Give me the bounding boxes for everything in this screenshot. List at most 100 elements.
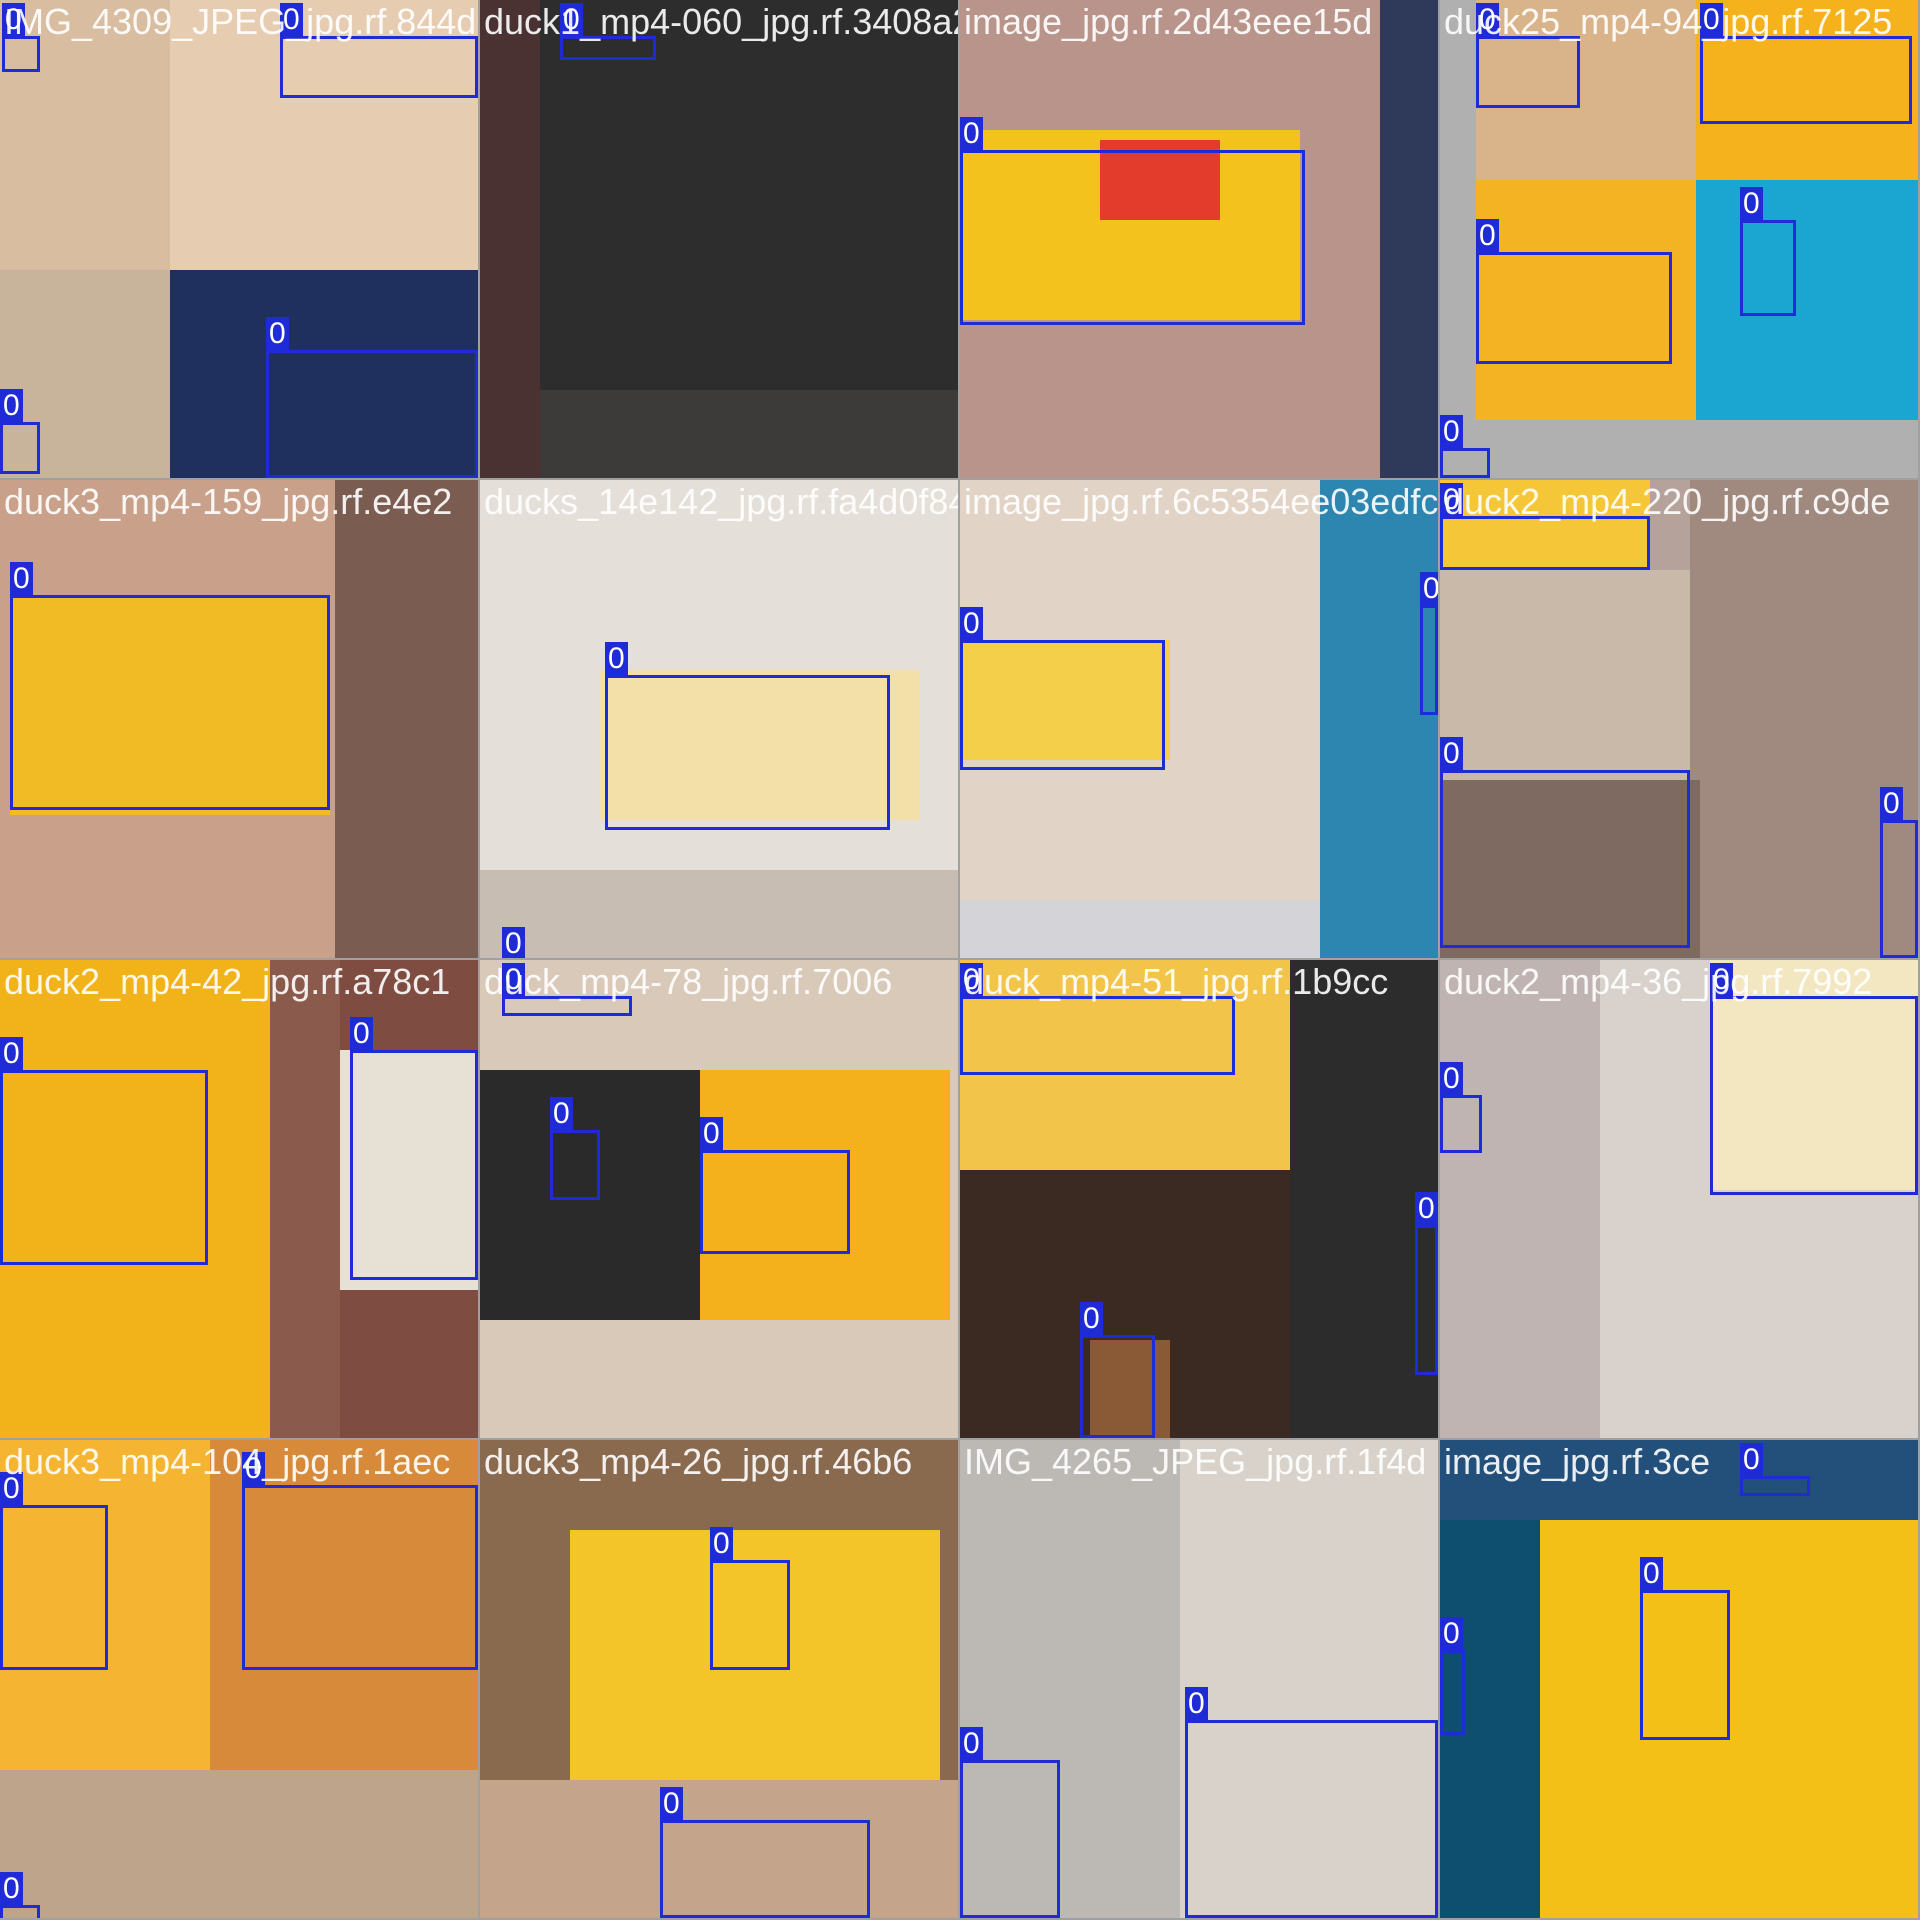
detection-box: 0 — [1185, 1687, 1438, 1918]
mosaic-tile: 0 0 0 0 0 duck25_mp4-94_jpg.rf.7125 — [1440, 0, 1918, 478]
mosaic-tile: 0000IMG_4309_JPEG_jpg.rf.844d97ka0c0b4dc… — [0, 0, 478, 478]
detection-box: 0 — [1080, 1302, 1155, 1438]
class-label-tag: 0 — [710, 1527, 733, 1561]
mosaic-tile: 0duck1_mp4-060_jpg.rf.3408a2ad7a0bae62d4… — [480, 0, 958, 478]
class-label-tag: 0 — [1710, 963, 1733, 997]
mosaic-tile: 0 0 ducks_14e142_jpg.rf.fa4d0f84a — [480, 480, 958, 958]
class-label-tag: 0 — [1476, 3, 1499, 37]
detection-box: 0 — [960, 117, 1305, 325]
detection-box: 0 — [1700, 3, 1912, 124]
class-label-tag: 0 — [1740, 1443, 1763, 1477]
detection-box: 0 — [0, 1037, 208, 1265]
mosaic-tile: 0 image_jpg.rf.2d43eee15d — [960, 0, 1438, 478]
mosaic-tile: 0 0 duck2_mp4-42_jpg.rf.a78c1 — [0, 960, 478, 1438]
detection-box: 0 — [1415, 1192, 1438, 1375]
detection-box: 0 — [1420, 572, 1438, 715]
class-label-tag: 0 — [1080, 1302, 1103, 1336]
class-label-tag: 0 — [1185, 1687, 1208, 1721]
class-label-tag: 0 — [280, 3, 303, 37]
class-label-tag: 0 — [1700, 3, 1723, 37]
class-label-tag: 0 — [1880, 787, 1903, 821]
detection-box: 0 — [1710, 963, 1918, 1195]
mosaic-tile: 0 0 0 duck2_mp4-220_jpg.rf.c9de — [1440, 480, 1918, 958]
detection-box: 0 — [550, 1097, 600, 1200]
image-region — [0, 1770, 478, 1918]
class-label-tag: 0 — [0, 1472, 23, 1506]
class-label-tag: 0 — [960, 117, 983, 151]
class-label-tag: 0 — [550, 1097, 573, 1131]
class-label-tag: 0 — [1440, 1062, 1463, 1096]
detection-box: 0 — [1440, 483, 1650, 570]
detection-box: 0 — [1476, 219, 1672, 364]
class-label-tag: 0 — [2, 3, 25, 37]
detection-box: 0 — [0, 389, 40, 474]
mosaic-tile: 0 0 IMG_4265_JPEG_jpg.rf.1f4d — [960, 1440, 1438, 1918]
mosaic-tile: 0 0 0 duck_mp4-78_jpg.rf.7006 — [480, 960, 958, 1438]
class-label-tag: 0 — [560, 3, 583, 37]
image-region — [960, 900, 1320, 958]
mosaic-tile: 0 0 duck3_mp4-26_jpg.rf.46b6 — [480, 1440, 958, 1918]
mosaic-tile: 0 duck3_mp4-159_jpg.rf.e4e2 — [0, 480, 478, 958]
class-label-tag: 0 — [960, 963, 983, 997]
class-label-tag: 0 — [1440, 737, 1463, 771]
image-region — [480, 870, 958, 958]
detection-box: 0 — [1440, 415, 1490, 478]
mosaic-tile: 0 0 0 duck3_mp4-104_jpg.rf.1aec — [0, 1440, 478, 1918]
detection-box: 0 — [700, 1117, 850, 1254]
class-label-tag: 0 — [350, 1017, 373, 1051]
image-region — [480, 0, 540, 478]
detection-box: 0 — [266, 317, 478, 478]
class-label-tag: 0 — [1440, 415, 1463, 449]
class-label-tag: 0 — [10, 562, 33, 596]
image-region — [480, 390, 958, 478]
detection-box: 0 — [1440, 1062, 1482, 1153]
detection-box: 0 — [280, 3, 478, 98]
mosaic-tile: 0 0 0 image_jpg.rf.3ce — [1440, 1440, 1918, 1918]
mosaic-tile: 0 0 0 duck_mp4-51_jpg.rf.1b9cc — [960, 960, 1438, 1438]
class-label-tag: 0 — [1640, 1557, 1663, 1591]
image-region — [335, 480, 478, 958]
detection-box: 0 — [242, 1452, 478, 1670]
detection-box: 0 — [1440, 1617, 1465, 1735]
image-region — [1320, 480, 1438, 958]
class-label-tag: 0 — [1740, 187, 1763, 221]
detection-box: 0 — [960, 607, 1165, 770]
image-region — [270, 960, 340, 1438]
detection-box: 0 — [605, 642, 890, 830]
detection-box: 0 — [1640, 1557, 1730, 1740]
detection-box: 0 — [1740, 187, 1796, 316]
detection-box: 0 — [2, 3, 40, 72]
class-label-tag: 0 — [0, 389, 23, 423]
detection-box: 0 — [560, 3, 656, 60]
class-label-tag: 0 — [1415, 1192, 1438, 1226]
detection-box: 0 — [1740, 1443, 1810, 1496]
image-region — [480, 0, 958, 390]
detection-box: 0 — [350, 1017, 478, 1280]
class-label-tag: 0 — [502, 927, 525, 958]
detection-box: 0 — [10, 562, 330, 810]
mosaic-grid: 0000IMG_4309_JPEG_jpg.rf.844d97ka0c0b4dc… — [0, 0, 1920, 1920]
class-label-tag: 0 — [0, 1872, 23, 1906]
detection-box: 0 — [502, 963, 632, 1016]
class-label-tag: 0 — [700, 1117, 723, 1151]
class-label-tag: 0 — [960, 607, 983, 641]
class-label-tag: 0 — [960, 1727, 983, 1761]
detection-box: 0 — [0, 1872, 40, 1918]
class-label-tag: 0 — [660, 1787, 683, 1821]
class-label-tag: 0 — [242, 1452, 265, 1486]
image-region — [1440, 960, 1600, 1438]
detection-box: 0 — [1476, 3, 1580, 108]
detection-box: 0 — [0, 1472, 108, 1670]
class-label-tag: 0 — [1420, 572, 1438, 606]
class-label-tag: 0 — [1440, 1617, 1463, 1651]
detection-box: 0 — [660, 1787, 870, 1918]
mosaic-tile: 0 0 duck2_mp4-36_jpg.rf.7992 — [1440, 960, 1918, 1438]
class-label-tag: 0 — [1440, 483, 1463, 517]
class-label-tag: 0 — [605, 642, 628, 676]
class-label-tag: 0 — [0, 1037, 23, 1071]
image-region — [1380, 0, 1438, 478]
image-region — [1696, 180, 1918, 420]
mosaic-tile: 00image_jpg.rf.6c5354ee03edfc20a76b — [960, 480, 1438, 958]
detection-box: 0 — [710, 1527, 790, 1670]
detection-box: 0 — [960, 963, 1235, 1075]
